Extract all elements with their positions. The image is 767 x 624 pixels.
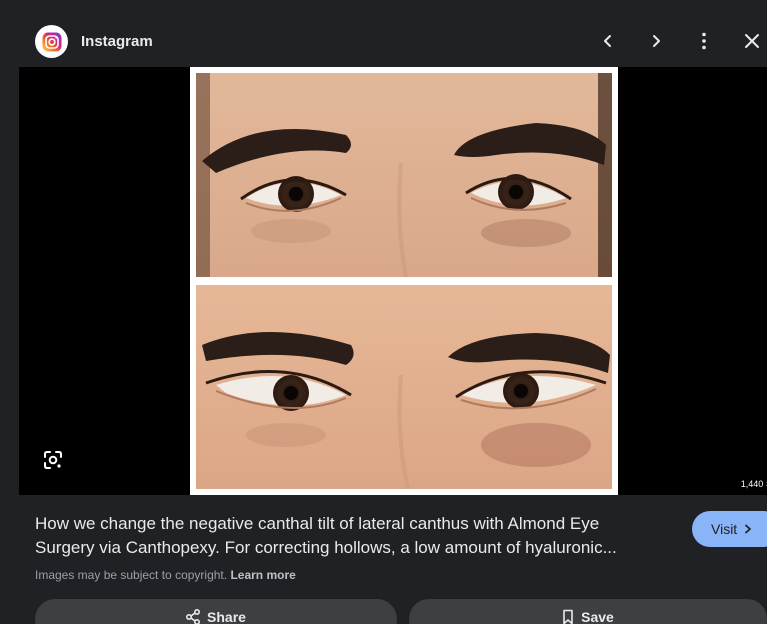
close-button[interactable] (739, 28, 765, 54)
chevron-right-icon (653, 35, 660, 47)
copyright-text: Images may be subject to copyright. (35, 568, 228, 582)
after-photo-panel (196, 285, 612, 489)
copyright-notice: Images may be subject to copyright. Lear… (35, 568, 296, 582)
image-viewer-panel: Instagram 1,440 How we change the negati… (0, 0, 767, 624)
chevron-right-icon (745, 524, 752, 534)
before-after-photo (190, 67, 618, 495)
more-options-button[interactable] (691, 28, 717, 54)
google-lens-button[interactable] (40, 447, 66, 473)
save-label: Save (581, 609, 614, 624)
source-name[interactable]: Instagram (81, 33, 153, 50)
image-preview[interactable]: 1,440 × 1, (19, 67, 767, 495)
chevron-left-icon (604, 35, 611, 47)
next-image-button[interactable] (643, 28, 669, 54)
google-lens-icon (44, 451, 62, 469)
share-button[interactable]: Share (35, 599, 397, 624)
caption-line-2: Surgery via Canthopexy. For correcting h… (35, 538, 617, 557)
caption-line-1: How we change the negative canthal tilt … (35, 514, 600, 533)
learn-more-link[interactable]: Learn more (230, 568, 295, 582)
close-icon (745, 34, 759, 48)
visit-button[interactable]: Visit (692, 511, 767, 547)
bookmark-icon (562, 609, 574, 624)
more-vert-icon (702, 32, 706, 50)
visit-label: Visit (711, 521, 738, 537)
source-logo[interactable] (35, 25, 68, 58)
share-icon (186, 609, 201, 624)
before-photo-panel (196, 73, 612, 277)
save-button[interactable]: Save (409, 599, 767, 624)
previous-image-button[interactable] (595, 28, 621, 54)
share-label: Share (207, 609, 246, 624)
image-caption[interactable]: How we change the negative canthal tilt … (35, 512, 675, 560)
instagram-icon (42, 32, 61, 51)
viewer-header: Instagram (0, 0, 767, 66)
image-dimensions: 1,440 × 1, (740, 479, 767, 489)
